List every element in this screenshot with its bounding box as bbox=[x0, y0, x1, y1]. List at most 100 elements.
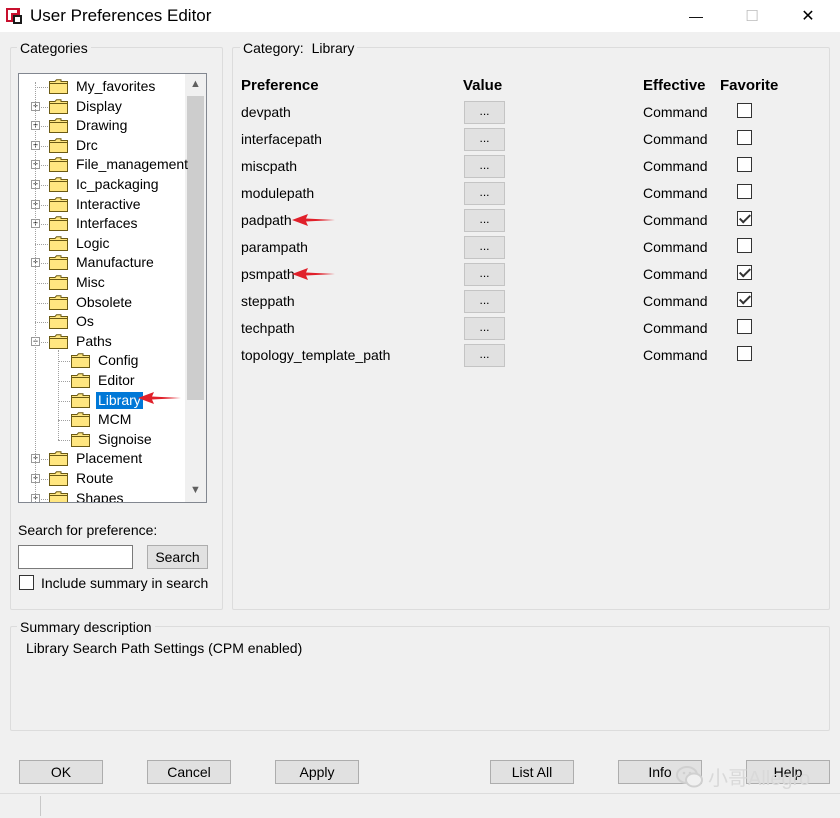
search-button[interactable]: Search bbox=[147, 545, 208, 569]
minimize-button[interactable]: — bbox=[668, 0, 724, 32]
tree-item-label: Os bbox=[76, 313, 94, 330]
summary-label: Summary description bbox=[17, 619, 155, 635]
tree-item-label: Logic bbox=[76, 234, 110, 251]
value-browse-button[interactable]: ... bbox=[464, 263, 505, 286]
tree-item-editor[interactable]: Editor bbox=[71, 371, 137, 390]
tree-item-os[interactable]: Os bbox=[49, 312, 96, 331]
scroll-up-icon[interactable]: ▲ bbox=[185, 74, 206, 94]
title-bar[interactable]: User Preferences Editor — ☐ ✕ bbox=[0, 0, 840, 32]
value-browse-button[interactable]: ... bbox=[464, 290, 505, 313]
effective-value: Command bbox=[643, 293, 708, 309]
tree-connector bbox=[58, 381, 70, 382]
tree-item-drawing[interactable]: Drawing bbox=[49, 116, 129, 135]
category-tree[interactable]: ▲ ▼ My_favorites + Display + Drawing + Drc + Fil… bbox=[18, 73, 207, 503]
tree-item-label: Config bbox=[98, 352, 139, 369]
tree-item-manufacture[interactable]: Manufacture bbox=[49, 253, 156, 272]
favorite-checkbox[interactable] bbox=[737, 319, 752, 334]
favorite-checkbox[interactable] bbox=[737, 157, 752, 172]
folder-icon bbox=[71, 353, 90, 369]
tree-item-file-management[interactable]: File_management bbox=[49, 155, 190, 174]
favorite-checkbox[interactable] bbox=[737, 346, 752, 361]
tree-item-drc[interactable]: Drc bbox=[49, 136, 100, 155]
favorite-checkbox[interactable] bbox=[737, 130, 752, 145]
categories-label: Categories bbox=[17, 40, 91, 56]
wechat-icon bbox=[676, 765, 703, 787]
tree-connector bbox=[58, 400, 70, 402]
tree-connector bbox=[35, 87, 48, 88]
value-browse-button[interactable]: ... bbox=[464, 155, 505, 178]
tree-item-logic[interactable]: Logic bbox=[49, 234, 111, 253]
cancel-button[interactable]: Cancel bbox=[147, 760, 231, 784]
tree-item-placement[interactable]: Placement bbox=[49, 449, 144, 468]
tree-item-obsolete[interactable]: Obsolete bbox=[49, 293, 134, 312]
folder-icon bbox=[49, 98, 68, 114]
value-browse-button[interactable]: ... bbox=[464, 344, 505, 367]
effective-value: Command bbox=[643, 185, 708, 201]
tree-item-ic-packaging[interactable]: Ic_packaging bbox=[49, 175, 161, 194]
annotation-arrow-library bbox=[138, 392, 181, 404]
close-icon: ✕ bbox=[801, 8, 815, 25]
favorite-checkbox[interactable] bbox=[737, 265, 752, 280]
tree-item-interactive[interactable]: Interactive bbox=[49, 195, 143, 214]
maximize-icon: ☐ bbox=[745, 8, 759, 25]
tree-item-shapes[interactable]: Shapes bbox=[49, 489, 125, 503]
column-header-value: Value bbox=[463, 77, 503, 94]
tree-item-label: Manufacture bbox=[76, 254, 154, 271]
tree-item-label: Shapes bbox=[76, 489, 124, 503]
include-summary-label: Include summary in search bbox=[41, 575, 209, 591]
column-header-preference: Preference bbox=[241, 77, 319, 94]
folder-icon bbox=[71, 432, 90, 447]
value-browse-button[interactable]: ... bbox=[464, 101, 505, 124]
search-input[interactable] bbox=[18, 545, 133, 569]
tree-item-library[interactable]: Library bbox=[71, 391, 143, 410]
column-header-effective: Effective bbox=[643, 77, 706, 94]
tree-item-label: Drc bbox=[76, 136, 98, 153]
favorite-checkbox[interactable] bbox=[737, 292, 752, 307]
close-button[interactable]: ✕ bbox=[780, 0, 836, 32]
ok-button[interactable]: OK bbox=[19, 760, 103, 784]
tree-item-label: Interfaces bbox=[76, 215, 138, 232]
tree-item-config[interactable]: Config bbox=[71, 351, 140, 370]
folder-icon bbox=[49, 138, 68, 153]
tree-item-signoise[interactable]: Signoise bbox=[71, 430, 154, 449]
tree-item-display[interactable]: Display bbox=[49, 97, 124, 116]
preference-name: padpath bbox=[241, 212, 292, 228]
tree-item-mcm[interactable]: MCM bbox=[71, 410, 133, 429]
list-all-button[interactable]: List All bbox=[490, 760, 574, 784]
preference-name: interfacepath bbox=[241, 131, 322, 147]
tree-connector bbox=[58, 361, 70, 363]
tree-item-misc[interactable]: Misc bbox=[49, 273, 107, 292]
favorite-checkbox[interactable] bbox=[737, 184, 752, 199]
preference-name: psmpath bbox=[241, 266, 295, 282]
tree-item-my-favorites[interactable]: My_favorites bbox=[49, 77, 157, 96]
folder-icon bbox=[71, 392, 90, 408]
scroll-down-icon[interactable]: ▼ bbox=[185, 480, 206, 500]
cancel-button-label: Cancel bbox=[167, 764, 211, 780]
tree-item-paths[interactable]: Paths bbox=[49, 332, 114, 351]
favorite-checkbox[interactable] bbox=[737, 238, 752, 253]
tree-connector bbox=[58, 349, 59, 440]
value-browse-button[interactable]: ... bbox=[464, 236, 505, 259]
folder-icon bbox=[71, 412, 90, 428]
tree-item-route[interactable]: Route bbox=[49, 469, 115, 488]
maximize-button[interactable]: ☐ bbox=[724, 0, 780, 32]
value-browse-button[interactable]: ... bbox=[464, 317, 505, 340]
value-browse-button[interactable]: ... bbox=[464, 128, 505, 151]
favorite-checkbox[interactable] bbox=[737, 211, 752, 226]
tree-item-label: Obsolete bbox=[76, 293, 133, 310]
category-label-prefix: Category: bbox=[243, 40, 304, 56]
minimize-icon: — bbox=[689, 8, 703, 24]
effective-value: Command bbox=[643, 320, 708, 336]
tree-item-interfaces[interactable]: Interfaces bbox=[49, 214, 139, 233]
search-label: Search for preference: bbox=[18, 522, 158, 538]
list-all-button-label: List All bbox=[511, 764, 553, 780]
value-browse-button[interactable]: ... bbox=[464, 182, 505, 205]
folder-icon bbox=[49, 334, 68, 349]
tree-item-label: Interactive bbox=[76, 195, 141, 212]
favorite-checkbox[interactable] bbox=[737, 103, 752, 118]
apply-button[interactable]: Apply bbox=[275, 760, 359, 784]
include-summary-checkbox[interactable] bbox=[19, 575, 34, 590]
scroll-thumb[interactable] bbox=[187, 96, 204, 400]
value-browse-button[interactable]: ... bbox=[464, 209, 505, 232]
tree-scrollbar[interactable]: ▲ ▼ bbox=[185, 74, 206, 502]
